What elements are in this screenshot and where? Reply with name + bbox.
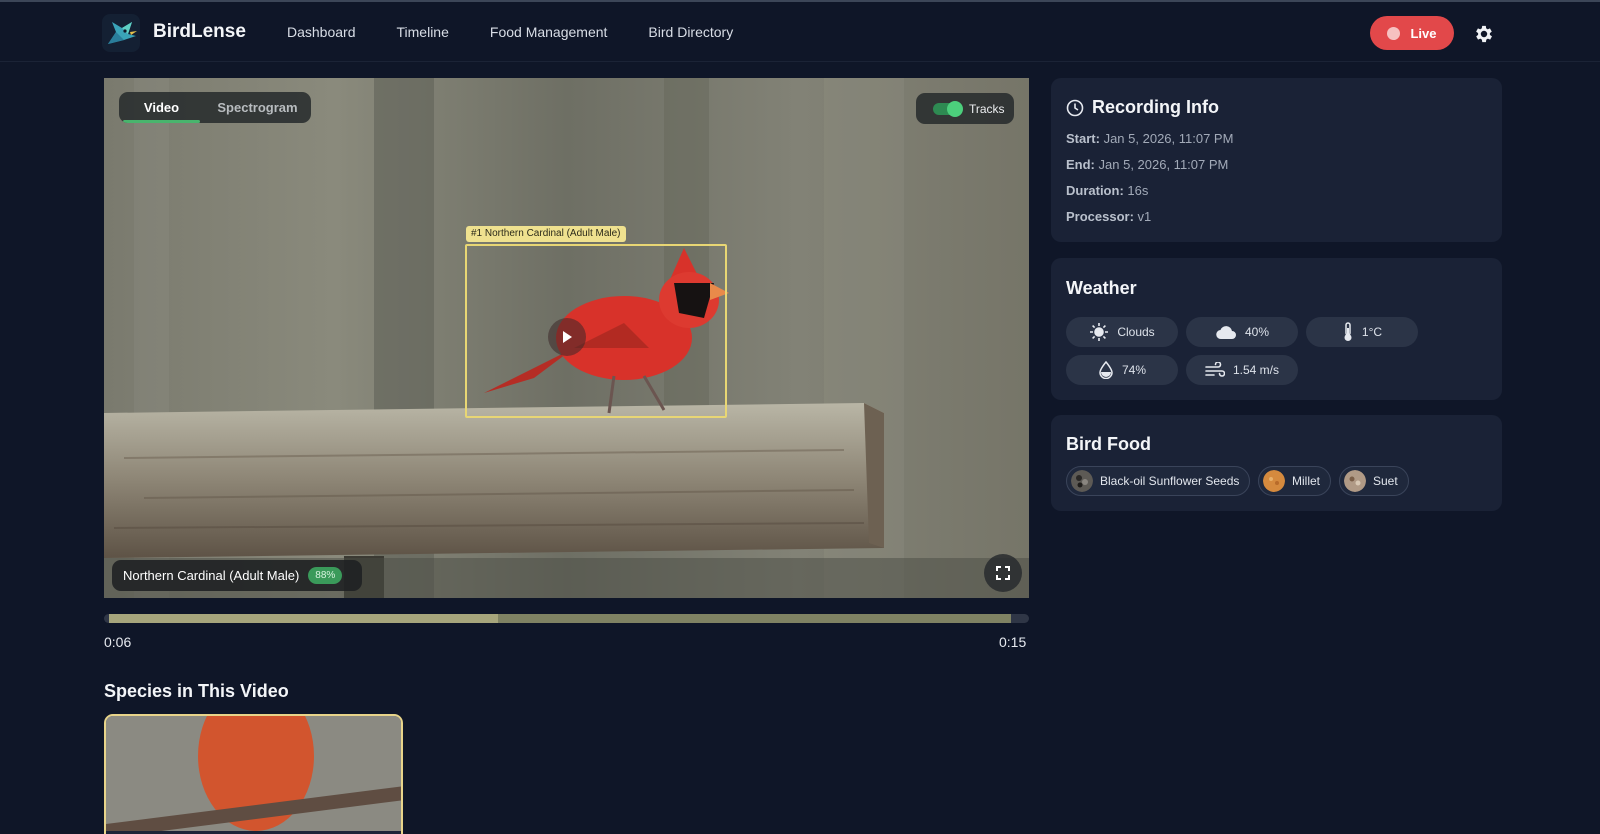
switch-knob <box>947 100 963 117</box>
main-nav: Dashboard Timeline Food Management Bird … <box>287 24 774 40</box>
nav-timeline[interactable]: Timeline <box>397 24 449 40</box>
thermometer-icon <box>1344 322 1352 341</box>
tab-video[interactable]: Video <box>119 92 204 123</box>
live-button-label: Live <box>1410 25 1437 41</box>
live-record-icon <box>1387 26 1401 40</box>
cloud-cover-chip: 40% <box>1186 317 1298 347</box>
species-overlay: Northern Cardinal (Adult Male) 88% <box>112 560 362 591</box>
temperature: 1°C <box>1361 325 1383 339</box>
food-chip-millet[interactable]: Millet <box>1258 466 1332 496</box>
bird-food-title: Bird Food <box>1066 434 1151 454</box>
weather-conditions: Clouds <box>1117 325 1155 339</box>
wind-chip: 1.54 m/s <box>1186 355 1298 385</box>
sun-icon <box>1090 323 1109 341</box>
food-label: Millet <box>1292 474 1321 488</box>
info-processor: Processor: v1 <box>1066 209 1151 224</box>
humidity-chip: 74% <box>1066 355 1178 385</box>
detection-label: #1 Northern Cardinal (Adult Male) <box>466 226 626 242</box>
temperature-chip: 1°C <box>1306 317 1418 347</box>
species-section-title: Species in This Video <box>104 681 289 701</box>
tracks-toggle[interactable]: Tracks <box>916 93 1014 124</box>
info-start-value: Jan 5, 2026, 11:07 PM <box>1103 131 1234 146</box>
weather-title: Weather <box>1066 278 1137 298</box>
sunflower-seeds-thumbnail <box>1071 470 1093 492</box>
info-end-key: End: <box>1066 157 1095 172</box>
live-button[interactable]: Live <box>1370 16 1454 50</box>
recording-info-card: Recording Info Start: Jan 5, 2026, 11:07… <box>1051 78 1502 242</box>
water-drop-icon <box>1099 361 1113 379</box>
play-button[interactable] <box>548 318 586 356</box>
play-icon <box>563 331 572 343</box>
info-start: Start: Jan 5, 2026, 11:07 PM <box>1066 131 1233 146</box>
total-time: 0:15 <box>999 634 1027 650</box>
view-mode-tabs: Video Spectrogram <box>119 92 311 123</box>
weather-conditions-chip: Clouds <box>1066 317 1178 347</box>
tab-spectrogram[interactable]: Spectrogram <box>204 92 311 123</box>
recording-info-title: Recording Info <box>1092 97 1219 117</box>
wind-icon <box>1205 362 1225 377</box>
info-duration-value: 16s <box>1127 183 1149 198</box>
progress-buffered <box>493 614 1011 623</box>
species-name: Northern Cardinal (Adult Male) <box>123 568 300 583</box>
tracks-label: Tracks <box>969 101 1005 116</box>
nav-bird-directory[interactable]: Bird Directory <box>648 24 733 40</box>
confidence-badge: 88% <box>308 567 343 584</box>
info-duration: Duration: 16s <box>1066 183 1148 198</box>
app-brand-name[interactable]: BirdLense <box>153 21 246 43</box>
info-start-key: Start: <box>1066 131 1100 146</box>
current-time: 0:06 <box>104 634 132 650</box>
info-processor-value: v1 <box>1137 209 1152 224</box>
wind-speed: 1.54 m/s <box>1232 363 1280 377</box>
settings-gear-icon[interactable] <box>1473 23 1495 45</box>
top-navbar: BirdLense Dashboard Timeline Food Manage… <box>0 2 1600 62</box>
food-label: Black-oil Sunflower Seeds <box>1100 474 1240 488</box>
info-duration-key: Duration: <box>1066 183 1124 198</box>
cloud-icon <box>1216 326 1236 340</box>
nav-dashboard[interactable]: Dashboard <box>287 24 356 40</box>
clock-icon <box>1066 99 1084 117</box>
food-chip-suet[interactable]: Suet <box>1339 466 1409 496</box>
fullscreen-icon <box>996 566 1010 580</box>
birdlense-logo-icon[interactable] <box>102 14 140 52</box>
species-thumbnail-image <box>106 716 401 834</box>
info-end: End: Jan 5, 2026, 11:07 PM <box>1066 157 1228 172</box>
info-processor-key: Processor: <box>1066 209 1134 224</box>
tracks-switch[interactable] <box>933 100 963 117</box>
food-label: Suet <box>1373 474 1398 488</box>
cloud-cover: 40% <box>1244 325 1270 339</box>
food-chip-sunflower-seeds[interactable]: Black-oil Sunflower Seeds <box>1066 466 1251 496</box>
info-end-value: Jan 5, 2026, 11:07 PM <box>1098 157 1229 172</box>
video-player[interactable]: Video Spectrogram Tracks #1 Northern Car… <box>104 78 1029 598</box>
suet-thumbnail <box>1344 470 1366 492</box>
detection-bounding-box[interactable] <box>465 244 727 418</box>
species-card[interactable] <box>104 714 403 834</box>
weather-card: Weather Clouds 40% 1°C 74% 1.54 m/s <box>1051 258 1502 400</box>
nav-food-management[interactable]: Food Management <box>490 24 608 40</box>
humidity: 74% <box>1121 363 1147 377</box>
video-progress-bar[interactable] <box>104 614 1029 623</box>
progress-played <box>109 614 498 623</box>
millet-thumbnail <box>1263 470 1285 492</box>
fullscreen-button[interactable] <box>984 554 1022 592</box>
bird-food-card: Bird Food Black-oil Sunflower Seeds Mill… <box>1051 415 1502 511</box>
